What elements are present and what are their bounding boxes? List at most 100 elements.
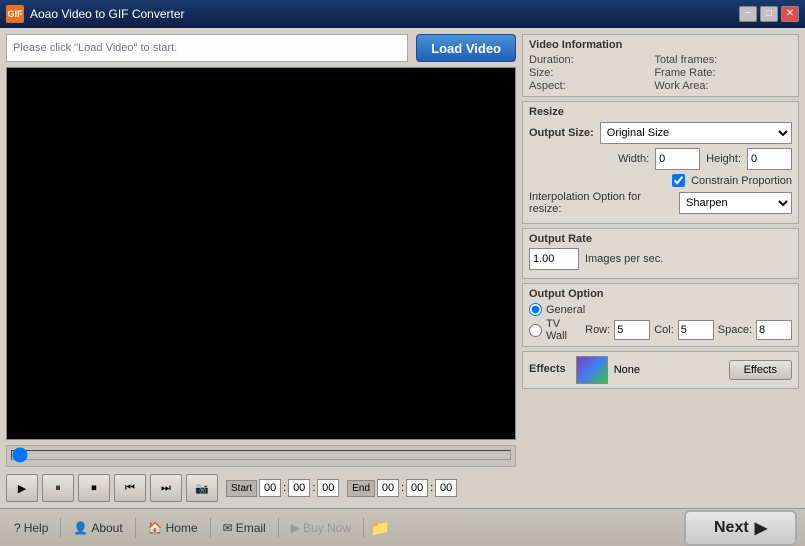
seek-bar[interactable] bbox=[11, 450, 511, 460]
output-size-label: Output Size: bbox=[529, 127, 594, 139]
controls-row: ▶ ⏸ ⏹ ⏮ ⏭ 📷 Start : : End : : bbox=[6, 474, 516, 502]
prev-button[interactable]: ⏮ bbox=[114, 474, 146, 502]
constrain-label: Constrain Proportion bbox=[691, 175, 792, 187]
interpolation-label: Interpolation Option for resize: bbox=[529, 191, 673, 215]
maximize-button[interactable]: □ bbox=[760, 6, 778, 22]
resize-title: Resize bbox=[529, 106, 792, 118]
next-label: Next bbox=[714, 519, 749, 537]
window-controls: − □ ✕ bbox=[739, 6, 799, 22]
sep1 bbox=[60, 518, 61, 538]
space-label: Space: bbox=[718, 324, 752, 336]
height-label: Height: bbox=[706, 153, 741, 165]
stop-button[interactable]: ⏹ bbox=[78, 474, 110, 502]
total-frames-label: Total frames: bbox=[654, 54, 751, 66]
size-value bbox=[614, 67, 648, 79]
start-hh[interactable] bbox=[259, 479, 281, 497]
right-panel: Video Information Duration: Total frames… bbox=[522, 34, 799, 502]
home-item[interactable]: 🏠 Home bbox=[142, 521, 204, 535]
rate-row: Images per sec. bbox=[529, 248, 792, 270]
load-video-button[interactable]: Load Video bbox=[416, 34, 516, 62]
output-option-title: Output Option bbox=[529, 288, 792, 300]
frame-rate-value bbox=[758, 67, 792, 79]
close-button[interactable]: ✕ bbox=[781, 6, 799, 22]
home-icon: 🏠 bbox=[148, 521, 163, 535]
height-input[interactable] bbox=[747, 148, 792, 170]
pause-button[interactable]: ⏸ bbox=[42, 474, 74, 502]
row-input[interactable] bbox=[614, 320, 650, 340]
width-label: Width: bbox=[618, 153, 649, 165]
path-input[interactable] bbox=[6, 34, 408, 62]
sep5 bbox=[363, 518, 364, 538]
next-arrow-icon: ▶ bbox=[755, 518, 767, 538]
frame-rate-label: Frame Rate: bbox=[654, 67, 751, 79]
width-input[interactable] bbox=[655, 148, 700, 170]
effects-title: Effects bbox=[529, 363, 566, 375]
output-size-select[interactable]: Original Size 320x240 640x480 800x600 bbox=[600, 122, 792, 144]
app-icon: GIF bbox=[6, 5, 24, 23]
email-label: Email bbox=[236, 521, 266, 535]
video-info-grid: Duration: Total frames: Size: Frame Rate… bbox=[529, 54, 792, 92]
start-ss[interactable] bbox=[317, 479, 339, 497]
buy-label: Buy Now bbox=[303, 521, 351, 535]
constrain-checkbox[interactable] bbox=[672, 174, 685, 187]
buy-item[interactable]: ▶ Buy Now bbox=[285, 521, 357, 535]
buy-icon: ▶ bbox=[291, 521, 300, 535]
total-frames-value bbox=[758, 54, 792, 66]
folder-button[interactable]: 📁 bbox=[370, 518, 390, 538]
next-button[interactable]: Next ▶ bbox=[684, 510, 797, 546]
effects-button[interactable]: Effects bbox=[729, 360, 792, 380]
email-icon: ✉ bbox=[223, 521, 233, 535]
output-rate-title: Output Rate bbox=[529, 233, 792, 245]
effects-thumbnail bbox=[576, 356, 608, 384]
col-input[interactable] bbox=[678, 320, 714, 340]
next-button[interactable]: ⏭ bbox=[150, 474, 182, 502]
tv-wall-radio[interactable] bbox=[529, 324, 542, 337]
aspect-label: Aspect: bbox=[529, 80, 608, 92]
help-item[interactable]: ? Help bbox=[8, 521, 54, 535]
work-area-label: Work Area: bbox=[654, 80, 751, 92]
sep4 bbox=[278, 518, 279, 538]
general-radio[interactable] bbox=[529, 303, 542, 316]
output-size-row: Output Size: Original Size 320x240 640x4… bbox=[529, 122, 792, 144]
capture-button[interactable]: 📷 bbox=[186, 474, 218, 502]
rate-label: Images per sec. bbox=[585, 253, 663, 265]
sep3 bbox=[210, 518, 211, 538]
aspect-value bbox=[614, 80, 648, 92]
duration-value bbox=[614, 54, 648, 66]
title-bar: GIF Aoao Video to GIF Converter − □ ✕ bbox=[0, 0, 805, 28]
resize-group: Resize Output Size: Original Size 320x24… bbox=[522, 101, 799, 224]
row-label: Row: bbox=[585, 324, 610, 336]
about-item[interactable]: 👤 About bbox=[67, 521, 128, 535]
constrain-row: Constrain Proportion bbox=[529, 174, 792, 187]
app-title: Aoao Video to GIF Converter bbox=[30, 7, 739, 21]
end-mm[interactable] bbox=[406, 479, 428, 497]
size-label: Size: bbox=[529, 67, 608, 79]
output-rate-group: Output Rate Images per sec. bbox=[522, 228, 799, 279]
minimize-button[interactable]: − bbox=[739, 6, 757, 22]
seek-bar-container bbox=[6, 445, 516, 467]
video-info-group: Video Information Duration: Total frames… bbox=[522, 34, 799, 97]
duration-label: Duration: bbox=[529, 54, 608, 66]
col-label: Col: bbox=[654, 324, 674, 336]
about-icon: 👤 bbox=[73, 521, 88, 535]
email-item[interactable]: ✉ Email bbox=[217, 521, 272, 535]
end-label: End bbox=[347, 480, 375, 497]
play-button[interactable]: ▶ bbox=[6, 474, 38, 502]
end-hh[interactable] bbox=[377, 479, 399, 497]
help-icon: ? bbox=[14, 521, 21, 535]
effects-group: Effects None Effects bbox=[522, 351, 799, 389]
general-row: General bbox=[529, 303, 792, 316]
rate-input[interactable] bbox=[529, 248, 579, 270]
effects-name: None bbox=[614, 364, 723, 376]
space-input[interactable] bbox=[756, 320, 792, 340]
start-label: Start bbox=[226, 480, 257, 497]
start-mm[interactable] bbox=[288, 479, 310, 497]
help-label: Help bbox=[24, 521, 49, 535]
sep2 bbox=[135, 518, 136, 538]
end-ss[interactable] bbox=[435, 479, 457, 497]
interpolation-select[interactable]: Sharpen Bilinear Bicubic Nearest Neighbo… bbox=[679, 192, 792, 214]
output-option-group: Output Option General TV Wall Row: Col: … bbox=[522, 283, 799, 347]
main-container: Load Video ▶ ⏸ ⏹ ⏮ ⏭ 📷 Start : : bbox=[0, 28, 805, 508]
left-panel: Load Video ▶ ⏸ ⏹ ⏮ ⏭ 📷 Start : : bbox=[6, 34, 516, 502]
about-label: About bbox=[91, 521, 122, 535]
